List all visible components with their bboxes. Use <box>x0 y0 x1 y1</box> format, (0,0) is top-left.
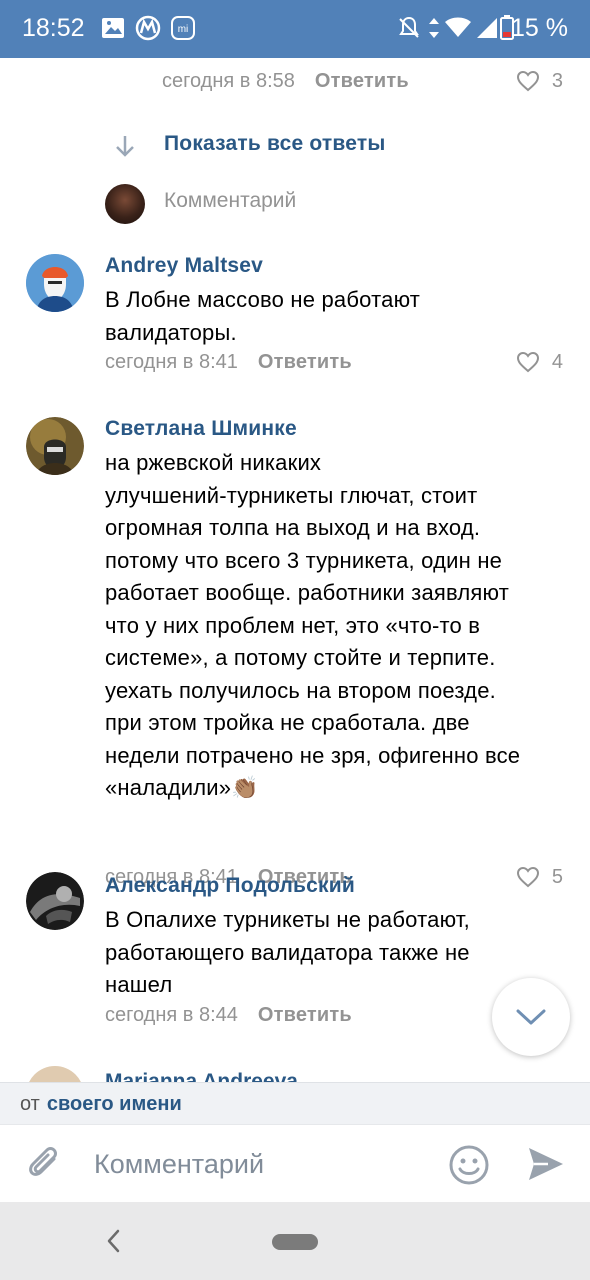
comment-date: сегодня в 8:41 <box>105 350 238 373</box>
comment-line-text: «наладили» <box>105 775 232 800</box>
comment-line: уехать получилось на втором поезде. <box>105 677 496 703</box>
comment-line: В Опалихе турникеты не работают, <box>105 907 470 932</box>
comment-meta: сегодня в 8:58 Ответить <box>162 66 409 96</box>
comment-author[interactable]: Светлана Шминке <box>105 417 297 441</box>
post-as-bar: от своего имени <box>0 1082 590 1125</box>
like-count: 3 <box>551 69 563 92</box>
post-as-selector[interactable]: своего имени <box>47 1093 182 1116</box>
battery-percent: 15 % <box>511 14 568 42</box>
comment-date: сегодня в 8:44 <box>105 1003 238 1026</box>
comments-feed[interactable]: сегодня в 8:58 Ответить 3 Показать все о… <box>0 58 590 1082</box>
like-button[interactable]: 4 <box>516 347 563 377</box>
reply-button[interactable]: Ответить <box>258 1004 352 1027</box>
comment-meta: сегодня в 8:44 Ответить <box>105 1000 352 1030</box>
reply-avatar <box>105 184 145 224</box>
comment-line: В Лобне массово не работают <box>105 287 421 312</box>
wifi-icon <box>445 17 471 37</box>
avatar[interactable] <box>26 1066 84 1082</box>
reply-button[interactable]: Ответить <box>315 70 409 93</box>
clapping-hands-emoji: 👏🏽 <box>231 775 259 800</box>
comment-line: «наладили»👏🏽 <box>105 772 570 805</box>
system-nav-bar <box>0 1202 590 1280</box>
chevron-down-icon <box>516 1009 546 1025</box>
comment-text: В Опалихе турникеты не работают, работаю… <box>105 904 570 1002</box>
notifications-off-icon <box>399 16 419 38</box>
svg-text:mi: mi <box>178 24 189 35</box>
comment-composer: Комментарий <box>0 1124 590 1203</box>
comment-text: на ржевской никаких улучшений-турникеты … <box>105 447 570 805</box>
avatar[interactable] <box>26 254 84 312</box>
comment-author[interactable]: Marianna Andreeva <box>105 1070 298 1082</box>
avatar[interactable] <box>26 872 84 930</box>
show-all-replies-button[interactable]: Показать все ответы <box>164 132 385 156</box>
like-button[interactable]: 5 <box>516 862 563 892</box>
arrow-down-icon <box>116 136 134 157</box>
comment-author[interactable]: Александр Подольский <box>105 874 355 898</box>
status-bar: 18:52 mi 15 % <box>0 0 590 58</box>
comment-input[interactable]: Комментарий <box>94 1149 264 1180</box>
heart-icon <box>516 351 539 373</box>
metro-icon <box>135 15 161 41</box>
home-pill[interactable] <box>272 1234 318 1250</box>
comment-line: недели потрачено не зря, офигенно все <box>105 742 521 768</box>
attach-icon[interactable] <box>26 1145 64 1185</box>
comment-line: валидаторы. <box>105 319 237 345</box>
send-icon[interactable] <box>526 1145 566 1183</box>
comment-line: потому что всего 3 турникета, один не <box>105 547 503 573</box>
comment-line: работающего валидатора также не <box>105 939 470 965</box>
comment-line: огромная толпа на выход и на вход. <box>105 515 481 540</box>
comment-line: системе», а потому стойте и терпите. <box>105 645 496 670</box>
heart-icon <box>516 70 539 92</box>
back-icon[interactable] <box>104 1228 122 1254</box>
comment-date: сегодня в 8:58 <box>162 69 295 92</box>
comment-author[interactable]: Andrey Maltsev <box>105 254 263 278</box>
avatar[interactable] <box>26 417 84 475</box>
comment-line: улучшений-турникеты глючат, стоит <box>105 482 478 508</box>
scroll-down-button[interactable] <box>492 978 570 1056</box>
post-as-prefix: от <box>20 1092 40 1115</box>
comment-line: при этом тройка не сработала. две <box>105 710 470 735</box>
reply-input[interactable]: Комментарий <box>164 189 296 213</box>
image-icon <box>102 18 124 38</box>
comment-line: на ржевской никаких <box>105 450 322 475</box>
comment-line: что у них проблем нет, это «что-то в <box>105 612 481 638</box>
emoji-icon[interactable] <box>448 1144 490 1186</box>
comment-text: В Лобне массово не работают валидаторы. <box>105 284 570 349</box>
clock: 18:52 <box>22 14 85 42</box>
reply-button[interactable]: Ответить <box>258 351 352 374</box>
signal-icon <box>477 18 497 38</box>
like-count: 4 <box>551 350 563 373</box>
data-arrows-icon <box>429 18 439 38</box>
heart-icon <box>516 866 539 888</box>
like-button[interactable]: 3 <box>516 66 563 96</box>
mi-icon: mi <box>171 16 195 40</box>
comment-line: работает вообще. работники заявляют <box>105 580 510 605</box>
comment-meta: сегодня в 8:41 Ответить <box>105 347 352 377</box>
like-count: 5 <box>551 865 563 888</box>
